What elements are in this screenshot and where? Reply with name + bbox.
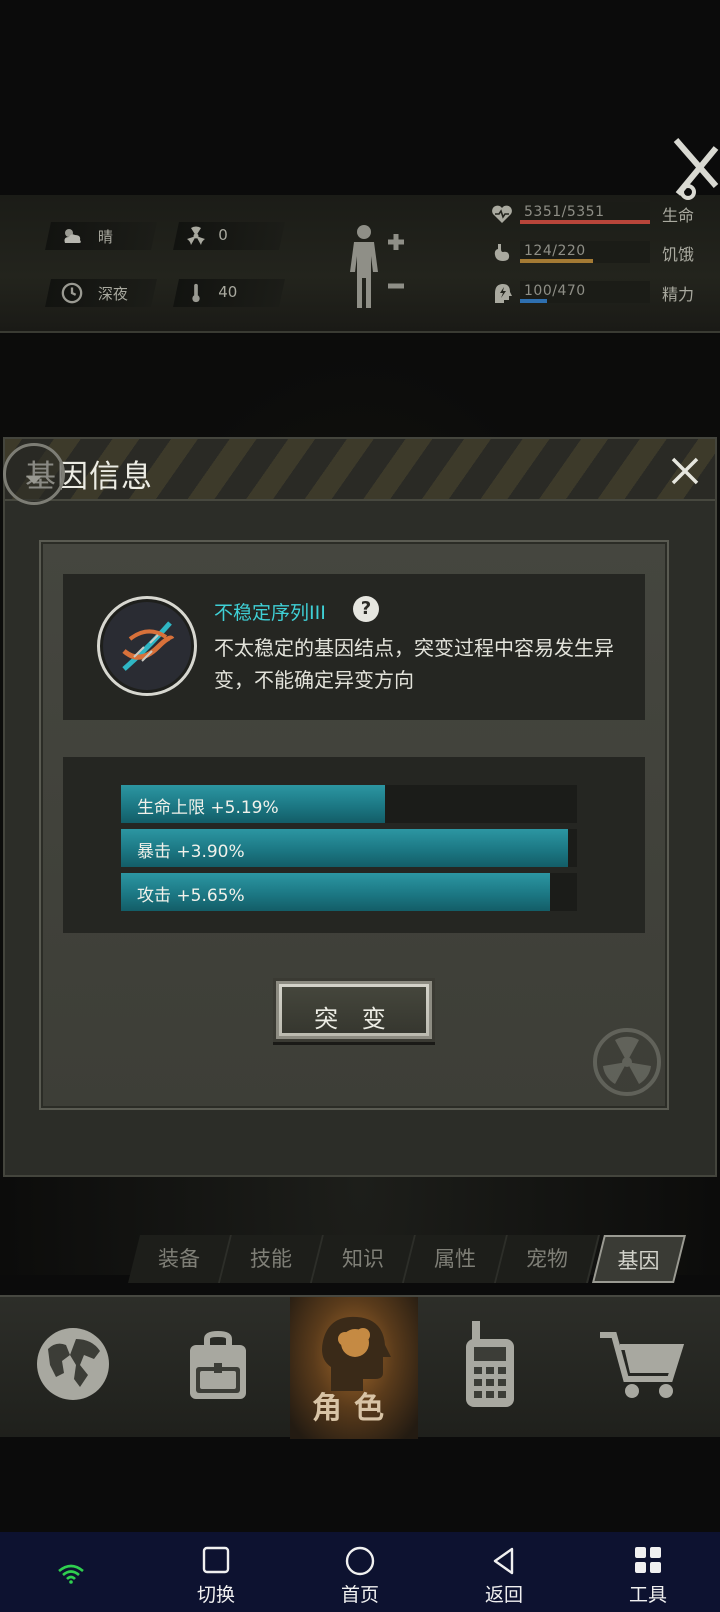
- life-row: 5351/5351 生命: [478, 198, 710, 228]
- dna-icon: [97, 596, 197, 696]
- help-icon[interactable]: ?: [353, 596, 379, 622]
- system-switch-button[interactable]: 切换: [176, 1542, 256, 1608]
- gene-name: 不稳定序列III: [214, 602, 326, 624]
- stat-bar-attack: 攻击 +5.65%: [121, 873, 577, 911]
- head-brain-icon: [322, 1316, 391, 1391]
- hunger-bar: 124/220: [520, 241, 650, 263]
- system-home-button[interactable]: 首页: [320, 1542, 400, 1608]
- nav-inventory[interactable]: [146, 1297, 290, 1439]
- stomach-icon: [494, 244, 510, 261]
- temperature-value: 40: [218, 283, 238, 301]
- weather-text: 晴: [97, 228, 113, 246]
- gene-info-dialog: 基因信息 不稳定序列III ? 不太稳定的基因结点，突变过程中容易发生异变，不能…: [3, 437, 717, 1177]
- tab-pets[interactable]: 宠物: [496, 1235, 600, 1283]
- stat-bar-hp: 生命上限 +5.19%: [121, 785, 577, 823]
- life-bar-fill: [520, 220, 650, 224]
- stat-label-crit: 暴击 +3.90%: [137, 842, 245, 862]
- circle-icon: [345, 1546, 375, 1576]
- tab-genes[interactable]: 基因: [592, 1235, 686, 1283]
- walkie-talkie-icon: [466, 1321, 514, 1407]
- wifi-icon: [58, 1564, 84, 1584]
- tab-skills-label: 技能: [250, 1247, 292, 1271]
- nav-map[interactable]: [0, 1297, 146, 1439]
- radiation-value: 0: [218, 226, 228, 244]
- mutate-label: 突 变: [314, 1005, 394, 1033]
- crossed-tools-icon[interactable]: [672, 136, 720, 200]
- hunger-value: 124/220: [524, 243, 586, 259]
- gene-info-box: 不稳定序列III ? 不太稳定的基因结点，突变过程中容易发生异变，不能确定异变方…: [63, 574, 645, 720]
- system-tools-label: 工具: [628, 1584, 667, 1606]
- life-bar: 5351/5351: [520, 202, 650, 224]
- temperature-cell: 40: [173, 279, 285, 307]
- close-icon[interactable]: [665, 451, 705, 491]
- energy-value: 100/470: [524, 283, 586, 299]
- energy-bar-fill: [520, 299, 548, 303]
- tab-knowledge-label: 知识: [342, 1247, 384, 1271]
- cloud-sun-icon: [64, 229, 81, 243]
- life-label: 生命: [662, 206, 695, 225]
- nav-character-label: 角色: [312, 1391, 396, 1426]
- tab-genes-label: 基因: [617, 1249, 660, 1273]
- tab-knowledge[interactable]: 知识: [312, 1235, 416, 1283]
- square-icon: [202, 1546, 230, 1574]
- thermometer-icon: [192, 283, 200, 303]
- head-lightning-icon: [495, 284, 512, 303]
- dialog-header: 基因信息: [5, 439, 715, 501]
- time-of-day-text: 深夜: [97, 285, 128, 303]
- energy-bar: 100/470: [520, 281, 650, 303]
- radiation-watermark-icon: [593, 1028, 661, 1096]
- globe-icon: [37, 1328, 109, 1400]
- collapse-toggle[interactable]: [3, 443, 65, 505]
- stat-label-hp: 生命上限 +5.19%: [137, 798, 279, 818]
- bottom-nav: 角色: [0, 1295, 720, 1439]
- energy-label: 精力: [662, 285, 695, 304]
- gene-description: 不太稳定的基因结点，突变过程中容易发生异变，不能确定异变方向: [214, 636, 614, 692]
- tab-attributes[interactable]: 属性: [404, 1235, 508, 1283]
- hunger-bar-fill: [520, 259, 593, 263]
- tab-equipment-label: 装备: [158, 1247, 200, 1271]
- system-back-label: 返回: [484, 1584, 523, 1606]
- system-tools-button[interactable]: 工具: [608, 1542, 688, 1608]
- system-home-label: 首页: [340, 1584, 379, 1606]
- chevron-down-icon: [26, 476, 42, 484]
- tab-skills[interactable]: 技能: [220, 1235, 324, 1283]
- stat-label-attack: 攻击 +5.65%: [137, 886, 245, 906]
- mutate-button-face: 突 变: [282, 987, 426, 1033]
- nav-character[interactable]: 角色: [290, 1297, 418, 1439]
- gene-panel: 不稳定序列III ? 不太稳定的基因结点，突变过程中容易发生异变，不能确定异变方…: [39, 540, 669, 1110]
- clock-icon: [61, 282, 83, 304]
- radiation-cell: 0: [173, 222, 285, 250]
- stat-bar-crit: 暴击 +3.90%: [121, 829, 577, 867]
- gene-stats-box: 生命上限 +5.19% 暴击 +3.90% 攻击 +5.65%: [63, 757, 645, 933]
- body-status-icon[interactable]: [346, 222, 408, 312]
- tab-pets-label: 宠物: [526, 1247, 568, 1271]
- grid-icon: [635, 1547, 661, 1573]
- character-tabs: 装备 技能 知识 属性 宠物 基因: [128, 1235, 720, 1283]
- tab-equipment[interactable]: 装备: [128, 1235, 232, 1283]
- life-value: 5351/5351: [524, 204, 605, 220]
- tab-attributes-label: 属性: [434, 1247, 476, 1271]
- heart-icon: [492, 205, 512, 223]
- energy-row: 100/470 精力: [478, 277, 710, 307]
- time-cell: 深夜: [45, 279, 157, 307]
- system-back-button[interactable]: 返回: [464, 1542, 544, 1608]
- mutate-button[interactable]: 突 变: [273, 978, 435, 1042]
- hunger-label: 饥饿: [662, 245, 695, 264]
- radiation-icon: [187, 226, 205, 245]
- system-switch-label: 切换: [196, 1584, 235, 1606]
- hunger-row: 124/220 饥饿: [478, 237, 710, 267]
- system-navigation-bar: 切换 首页 返回 工具: [0, 1532, 720, 1612]
- nav-radio[interactable]: [418, 1297, 562, 1439]
- nav-shop[interactable]: [562, 1297, 720, 1439]
- backpack-icon: [190, 1331, 246, 1399]
- weather-cell: 晴: [45, 222, 157, 250]
- shopping-cart-icon: [600, 1332, 684, 1398]
- back-triangle-icon: [493, 1547, 514, 1575]
